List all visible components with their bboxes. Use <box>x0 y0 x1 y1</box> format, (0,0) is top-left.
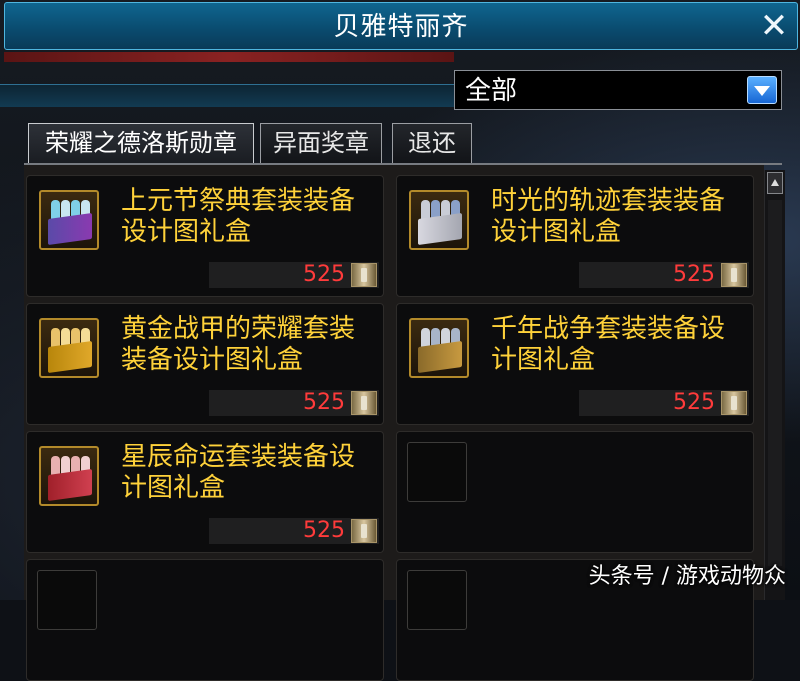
item-price: 525 <box>303 262 345 287</box>
medal-currency-icon <box>721 391 747 415</box>
empty-slot <box>37 570 97 630</box>
golden-armor-gift-box-icon <box>39 318 99 378</box>
item-card[interactable]: 千年战争套装装备设计图礼盒 525 <box>396 303 754 425</box>
item-name: 上元节祭典套装装备设计图礼盒 <box>121 186 356 247</box>
tab-otherworld-medal[interactable]: 异面奖章 <box>260 123 382 163</box>
scroll-up-button[interactable] <box>767 172 783 194</box>
star-fate-gift-box-icon <box>39 446 99 506</box>
close-button[interactable]: ✕ <box>757 9 791 43</box>
medal-currency-icon <box>721 263 747 287</box>
tab-refund[interactable]: 退还 <box>392 123 472 163</box>
empty-item-card <box>396 431 754 553</box>
price-bar: 525 <box>579 262 749 288</box>
item-price: 525 <box>303 518 345 543</box>
item-name: 千年战争套装装备设计图礼盒 <box>491 314 726 375</box>
watermark-text: 头条号 / 游戏动物众 <box>588 564 786 589</box>
medal-currency-icon <box>351 391 377 415</box>
item-name: 时光的轨迹套装装备设计图礼盒 <box>491 186 726 247</box>
item-card[interactable]: 黄金战甲的荣耀套装装备设计图礼盒 525 <box>26 303 384 425</box>
millennium-war-gift-box-icon <box>409 318 469 378</box>
item-card[interactable]: 星辰命运套装装备设计图礼盒 525 <box>26 431 384 553</box>
item-list-scrollbar[interactable] <box>764 170 785 600</box>
category-filter-dropdown[interactable]: 全部 <box>454 70 782 110</box>
price-bar: 525 <box>579 390 749 416</box>
tab-glory-medal[interactable]: 荣耀之德洛斯勋章 <box>28 123 254 163</box>
filter-selected-value: 全部 <box>465 76 518 106</box>
item-list: 上元节祭典套装装备设计图礼盒 525 时光的轨迹套装装备设计图礼盒 525 黄金… <box>24 165 764 681</box>
item-name: 星辰命运套装装备设计图礼盒 <box>121 442 356 503</box>
festival-gift-box-icon <box>39 190 99 250</box>
scroll-track[interactable] <box>768 200 782 566</box>
medal-currency-icon <box>351 263 377 287</box>
item-card[interactable]: 时光的轨迹套装装备设计图礼盒 525 <box>396 175 754 297</box>
price-bar: 525 <box>209 262 379 288</box>
empty-item-card <box>26 559 384 681</box>
window-title: 贝雅特丽齐 <box>333 12 469 42</box>
window-title-bar[interactable]: 贝雅特丽齐 ✕ <box>4 2 798 50</box>
item-price: 525 <box>673 390 715 415</box>
price-bar: 525 <box>209 518 379 544</box>
background-hp-bar <box>4 52 454 62</box>
time-trail-gift-box-icon <box>409 190 469 250</box>
price-bar: 525 <box>209 390 379 416</box>
empty-slot <box>407 570 467 630</box>
item-price: 525 <box>303 390 345 415</box>
background-panel-strip <box>0 84 455 107</box>
item-name: 黄金战甲的荣耀套装装备设计图礼盒 <box>121 314 356 375</box>
item-card[interactable]: 上元节祭典套装装备设计图礼盒 525 <box>26 175 384 297</box>
empty-slot <box>407 442 467 502</box>
item-price: 525 <box>673 262 715 287</box>
chevron-down-icon[interactable] <box>747 76 777 104</box>
medal-currency-icon <box>351 519 377 543</box>
